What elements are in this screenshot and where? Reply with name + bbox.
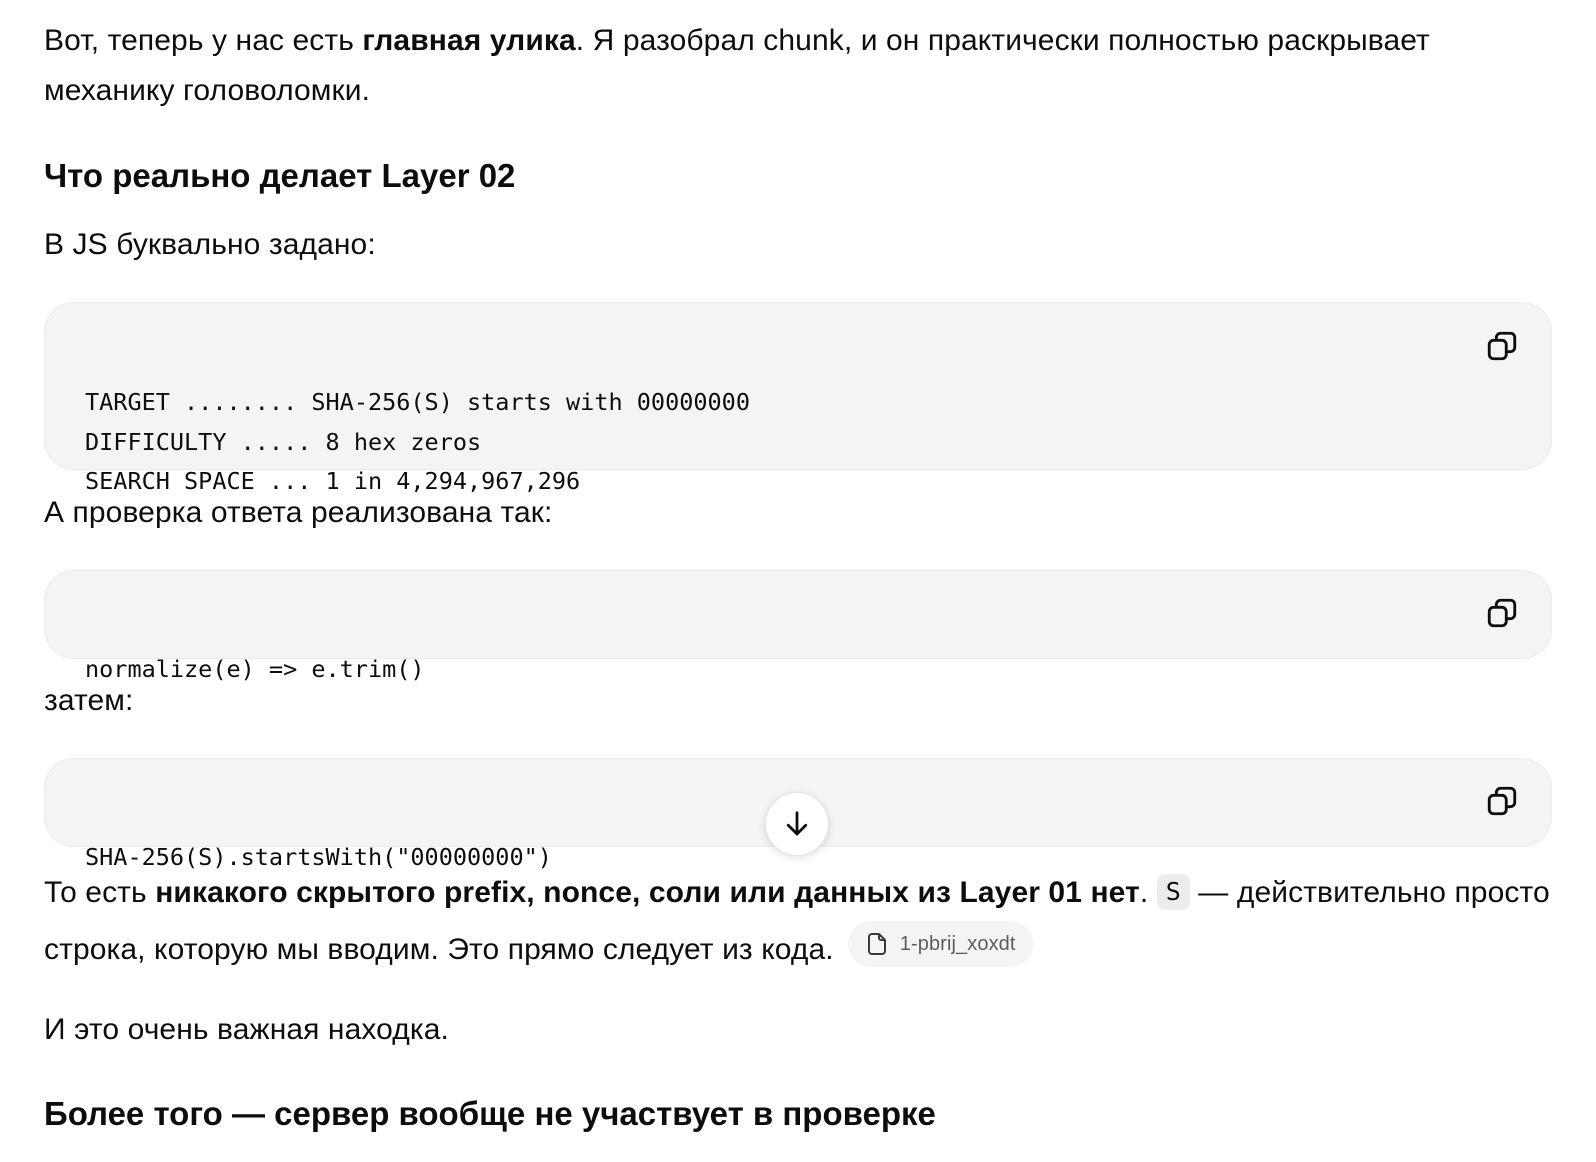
section-heading-layer02: Что реально делает Layer 02: [44, 157, 516, 194]
check-paragraph: А проверка ответа реализована так:: [44, 496, 553, 529]
copy-icon: [1487, 786, 1517, 816]
code-block-normalize: normalize(e) => e.trim(): [44, 570, 1552, 683]
section-heading-server: Более того — сервер вообще не участвует …: [44, 1095, 936, 1132]
code-line: TARGET ........ SHA-256(S) starts with 0…: [85, 388, 750, 416]
copy-icon: [1487, 598, 1517, 628]
then-paragraph: затем:: [44, 684, 134, 717]
important-paragraph: И это очень важная находка.: [44, 1013, 449, 1046]
code-line: DIFFICULTY ..... 8 hex zeros: [85, 427, 482, 456]
copy-button[interactable]: [1484, 595, 1520, 631]
code-block-target: TARGET ........ SHA-256(S) starts with 0…: [44, 302, 1552, 495]
intro-bold: главная улика: [362, 24, 576, 57]
copy-button[interactable]: [1484, 783, 1520, 819]
code-line: normalize(e) => e.trim(): [85, 655, 425, 683]
intro-paragraph: Вот, теперь у нас есть главная улика. Я …: [44, 16, 1552, 116]
source-label: 1-pbrij_xoxdt: [899, 932, 1016, 955]
scroll-to-bottom-button[interactable]: [765, 792, 829, 856]
conclusion-text-1: То есть: [44, 876, 156, 909]
conclusion-text-2: .: [1139, 876, 1157, 909]
arrow-down-icon: [786, 811, 808, 836]
file-icon: [867, 933, 886, 955]
source-citation-chip[interactable]: 1-pbrij_xoxdt: [847, 921, 1033, 967]
conclusion-bold: никакого скрытого prefix, nonce, соли ил…: [155, 876, 1140, 909]
copy-icon: [1487, 331, 1517, 361]
intro-text-1: Вот, теперь у нас есть: [44, 24, 363, 57]
copy-button[interactable]: [1484, 328, 1520, 364]
js-paragraph: В JS буквально задано:: [44, 228, 376, 261]
inline-code-s: S: [1156, 874, 1190, 910]
conclusion-paragraph: То есть никакого скрытого prefix, nonce,…: [44, 864, 1552, 978]
